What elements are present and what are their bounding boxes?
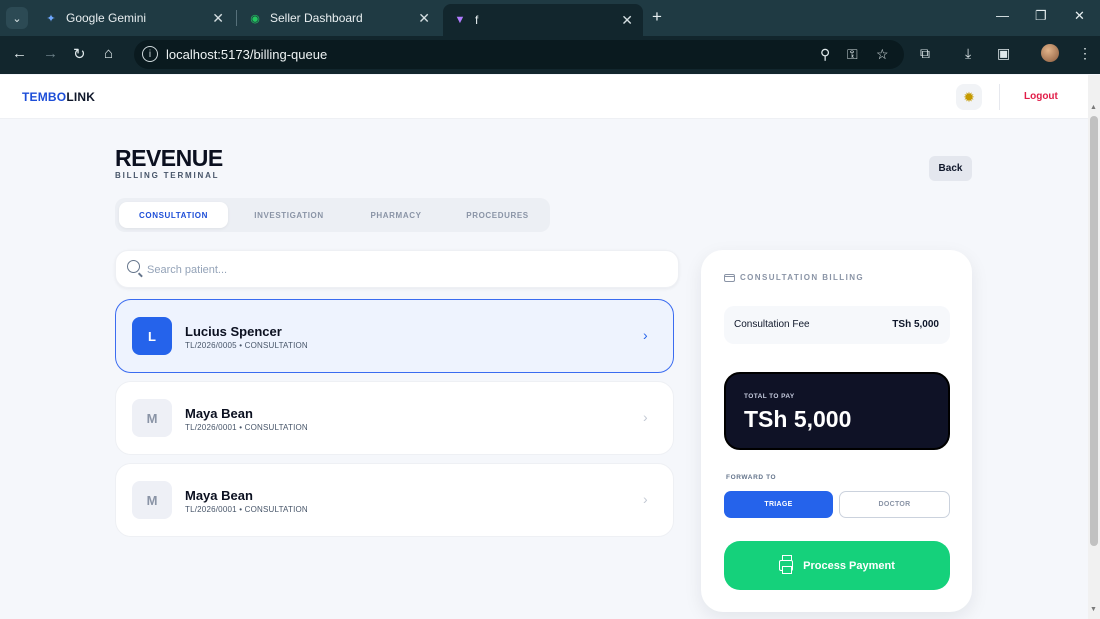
billing-heading-text: CONSULTATION BILLING <box>740 273 864 282</box>
home-icon[interactable]: ⌂ <box>104 45 113 62</box>
bookmark-star-icon[interactable]: ☆ <box>876 46 889 63</box>
search-icon <box>127 260 140 273</box>
tab-title: Google Gemini <box>66 11 147 25</box>
fee-value: TSh 5,000 <box>892 319 939 330</box>
forward-doctor-button[interactable]: DOCTOR <box>839 491 950 518</box>
vite-icon: ▼ <box>454 14 466 26</box>
total-label: TOTAL TO PAY <box>744 393 795 400</box>
patient-meta: TL/2026/0001 • CONSULTATION <box>185 505 308 514</box>
tab-search-button[interactable]: ⌄ <box>6 7 28 29</box>
profile-avatar[interactable] <box>1041 44 1059 62</box>
total-value: TSh 5,000 <box>744 406 852 432</box>
chevron-right-icon: › <box>643 327 648 343</box>
credit-card-icon <box>724 273 735 282</box>
total-to-pay-box: TOTAL TO PAY TSh 5,000 <box>724 372 950 450</box>
site-info-icon[interactable]: i <box>142 46 158 62</box>
header-divider <box>999 84 1000 110</box>
billing-panel-heading: CONSULTATION BILLING <box>724 273 864 282</box>
chevron-right-icon: › <box>643 491 648 507</box>
dashboard-icon: ◉ <box>250 12 260 25</box>
minimize-icon[interactable]: — <box>996 8 1009 23</box>
download-icon[interactable]: ⤓ <box>965 45 971 62</box>
patient-card[interactable]: M Maya Bean TL/2026/0001 • CONSULTATION … <box>115 381 674 455</box>
close-icon[interactable]: ✕ <box>621 12 633 29</box>
department-tabs: CONSULTATION INVESTIGATION PHARMACY PROC… <box>115 198 550 232</box>
reload-icon[interactable]: ↻ <box>73 45 86 63</box>
patient-meta: TL/2026/0001 • CONSULTATION <box>185 423 308 432</box>
patient-card[interactable]: M Maya Bean TL/2026/0001 • CONSULTATION … <box>115 463 674 537</box>
forward-to-label: FORWARD TO <box>726 474 777 481</box>
process-payment-label: Process Payment <box>803 559 895 572</box>
browser-tab-seller-dashboard[interactable]: ◉ Seller Dashboard ✕ <box>238 4 440 32</box>
browser-tab-gemini[interactable]: ✦ Google Gemini ✕ <box>34 4 234 32</box>
patient-name: Maya Bean <box>185 488 253 503</box>
forward-triage-button[interactable]: TRIAGE <box>724 491 833 518</box>
tab-investigation[interactable]: INVESTIGATION <box>236 202 342 228</box>
scroll-down-icon[interactable]: ▼ <box>1090 606 1097 613</box>
tembolink-logo[interactable]: TEMBOLINK <box>22 90 95 104</box>
search-input[interactable] <box>147 260 647 280</box>
patient-card[interactable]: L Lucius Spencer TL/2026/0005 • CONSULTA… <box>115 299 674 373</box>
extensions-icon[interactable]: ⧉ <box>920 45 930 62</box>
scrollbar-thumb[interactable] <box>1090 116 1098 546</box>
close-icon[interactable]: ✕ <box>418 10 430 27</box>
window-close-icon[interactable]: ✕ <box>1074 8 1085 24</box>
patient-name: Lucius Spencer <box>185 324 282 339</box>
fee-row: Consultation Fee TSh 5,000 <box>724 306 950 344</box>
theme-toggle-button[interactable]: ✹ <box>956 84 982 110</box>
tab-procedures[interactable]: PROCEDURES <box>449 202 546 228</box>
menu-dots-icon[interactable]: ⋮ <box>1078 45 1092 62</box>
tab-consultation[interactable]: CONSULTATION <box>119 202 228 228</box>
page-subtitle: BILLING TERMINAL <box>115 171 220 180</box>
sun-icon: ✹ <box>963 88 975 105</box>
new-tab-button[interactable]: + <box>652 7 662 27</box>
patient-avatar: M <box>132 481 172 519</box>
forward-arrow-icon[interactable]: → <box>43 45 58 62</box>
close-icon[interactable]: ✕ <box>212 10 224 27</box>
tab-title: Seller Dashboard <box>270 11 363 25</box>
back-button[interactable]: Back <box>929 156 972 181</box>
zoom-icon[interactable]: ⚲ <box>820 46 830 63</box>
process-payment-button[interactable]: Process Payment <box>724 541 950 590</box>
printer-icon <box>779 555 794 574</box>
patient-search <box>115 250 679 288</box>
page-title: REVENUE <box>115 145 223 171</box>
fee-label: Consultation Fee <box>734 319 810 330</box>
back-arrow-icon[interactable]: ← <box>12 45 27 62</box>
gemini-icon: ✦ <box>46 12 56 25</box>
url-text[interactable]: localhost:5173/billing-queue <box>166 47 327 62</box>
app-header: TEMBOLINK <box>0 75 1088 119</box>
address-bar[interactable]: i localhost:5173/billing-queue ⚲ ⚿ ☆ <box>134 40 904 69</box>
patient-avatar: L <box>132 317 172 355</box>
browser-tab-active[interactable]: ▼ f ✕ <box>443 4 643 36</box>
side-panel-icon[interactable]: ▣ <box>997 45 1010 62</box>
patient-meta: TL/2026/0005 • CONSULTATION <box>185 341 308 350</box>
browser-toolbar: ← → ↻ ⌂ i localhost:5173/billing-queue ⚲… <box>0 36 1100 74</box>
restore-icon[interactable]: ❐ <box>1035 8 1047 24</box>
browser-tab-strip: ⌄ ✦ Google Gemini ✕ ◉ Seller Dashboard ✕… <box>0 0 1100 36</box>
tab-pharmacy[interactable]: PHARMACY <box>347 202 445 228</box>
patient-avatar: M <box>132 399 172 437</box>
logo-part-link: LINK <box>66 90 96 104</box>
tab-separator <box>236 10 237 26</box>
logout-button[interactable]: Logout <box>1024 91 1058 102</box>
tab-title: f <box>475 13 479 27</box>
chevron-right-icon: › <box>643 409 648 425</box>
scroll-up-icon[interactable]: ▲ <box>1090 104 1097 111</box>
patient-name: Maya Bean <box>185 406 253 421</box>
logo-part-tembo: TEMBO <box>22 90 67 104</box>
password-key-icon[interactable]: ⚿ <box>847 46 858 63</box>
